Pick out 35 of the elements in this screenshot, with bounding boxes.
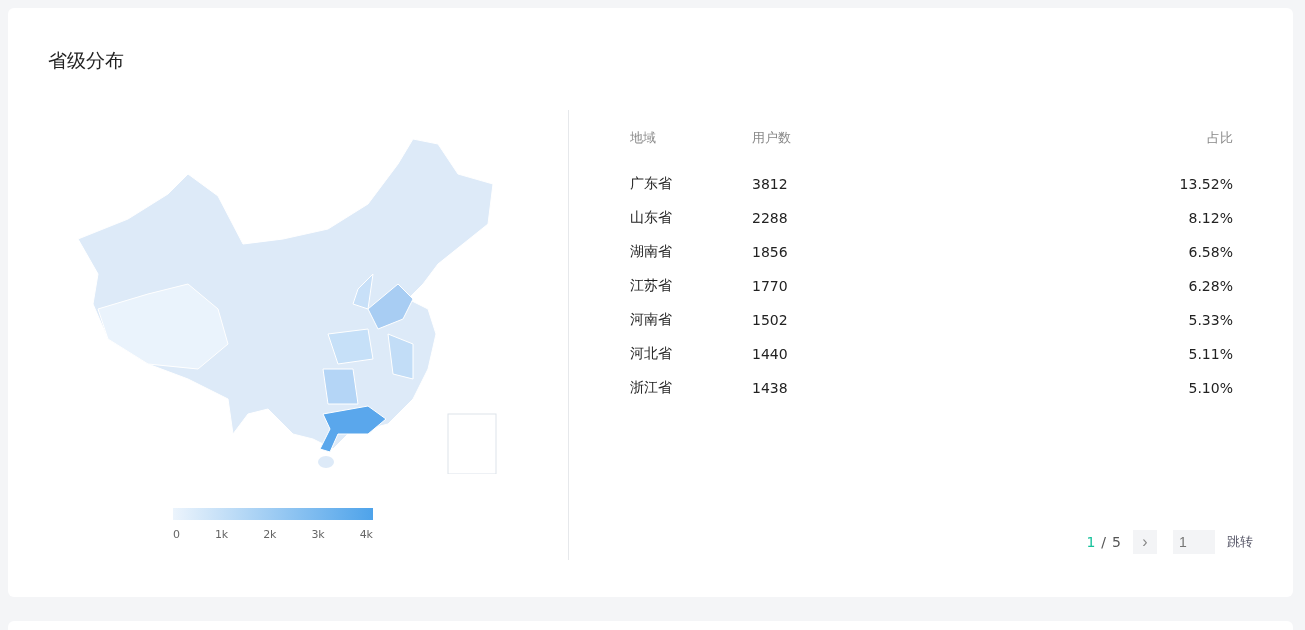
share-cell: 5.11% [1188, 346, 1233, 362]
users-cell: 1856 [752, 244, 788, 260]
scale-label: 4k [359, 528, 373, 541]
share-cell: 6.58% [1188, 244, 1233, 260]
region-cell: 山东省 [630, 209, 672, 225]
column-header: 地域 [630, 130, 656, 145]
scale-label: 3k [311, 528, 325, 541]
share-cell: 5.33% [1188, 312, 1233, 328]
users-cell: 2288 [752, 210, 788, 226]
region-cell: 广东省 [630, 175, 672, 191]
scale-label: 0 [173, 528, 180, 541]
scale-label: 1k [214, 528, 229, 541]
total-pages: 5 [1112, 534, 1121, 550]
scale-label: 2k [263, 528, 277, 541]
users-cell: 1770 [752, 278, 788, 294]
region-cell: 湖南省 [630, 243, 672, 259]
users-cell: 3812 [752, 176, 788, 192]
region-cell: 河南省 [630, 311, 672, 327]
jump-link[interactable]: 跳转 [1227, 533, 1253, 551]
share-cell: 5.10% [1188, 380, 1233, 396]
region-cell: 河北省 [630, 345, 672, 361]
share-cell: 6.28% [1188, 278, 1233, 294]
users-cell: 1438 [752, 380, 788, 396]
page-input[interactable]: 1 [1173, 530, 1215, 554]
share-cell: 13.52% [1179, 176, 1233, 192]
column-header: 用户数 [752, 130, 791, 145]
current-page: 1 [1086, 534, 1096, 550]
share-cell: 8.12% [1188, 210, 1233, 226]
card-title: 省级分布 [48, 48, 124, 73]
region-cell: 浙江省 [630, 379, 672, 395]
users-cell: 1502 [752, 312, 788, 328]
column-header: 占比 [1207, 130, 1233, 145]
region-cell: 江苏省 [630, 277, 672, 293]
users-cell: 1440 [752, 346, 788, 362]
page-separator: / [1101, 534, 1107, 550]
